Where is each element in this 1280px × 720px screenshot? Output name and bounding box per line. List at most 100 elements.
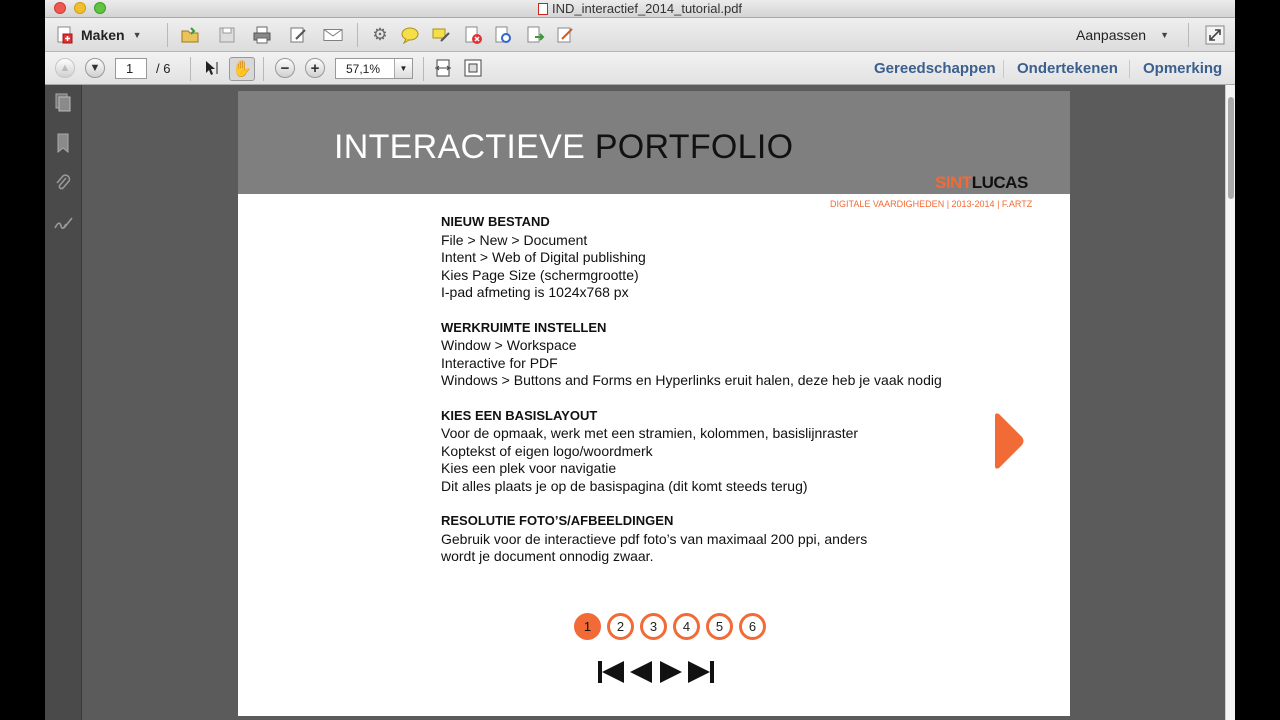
aanpassen-label: Aanpassen: [1076, 27, 1147, 43]
scrollbar-thumb[interactable]: [1228, 97, 1234, 199]
sign-button[interactable]: [555, 25, 575, 45]
pdf-file-icon: [537, 3, 548, 15]
pdf-page: INTERACTIEVE PORTFOLIO SINTLUCAS DIGITAL…: [238, 91, 1070, 716]
section-line: Interactive for PDF: [441, 354, 558, 371]
export-icon: [525, 25, 545, 45]
pager-button-4[interactable]: 4: [673, 613, 700, 640]
logo-sint: SINT: [935, 173, 972, 192]
zoom-in-button[interactable]: +: [305, 58, 325, 78]
fit-page-button[interactable]: [463, 58, 483, 78]
chevron-down-icon: ▼: [132, 30, 142, 40]
content-section: WERKRUIMTE INSTELLEN Window > Workspace In…: [441, 319, 1001, 390]
vertical-scrollbar[interactable]: [1225, 85, 1235, 720]
signature-icon: [53, 214, 73, 237]
fit-width-button[interactable]: [433, 58, 453, 78]
main-toolbar: Maken ▼ ⚙ Aanpassen ▼: [45, 18, 1235, 52]
navigation-pane: [45, 85, 82, 720]
pages-icon: [54, 93, 72, 118]
delete-page-button[interactable]: [463, 25, 483, 45]
bookmarks-button[interactable]: [53, 133, 73, 158]
page-total: / 6: [156, 61, 171, 76]
content-section: NIEUW BESTAND File > New > Document Intent…: [441, 213, 1001, 302]
security-button[interactable]: [493, 25, 513, 45]
aanpassen-button[interactable]: Aanpassen ▼: [1076, 25, 1169, 45]
pager-button-5[interactable]: 5: [706, 613, 733, 640]
print-button[interactable]: [252, 25, 272, 45]
content-section: RESOLUTIE FOTO’S/AFBEELDINGEN Gebruik voo…: [441, 512, 1001, 566]
page-pager: 123456: [574, 613, 772, 640]
previous-page-button[interactable]: ▲: [55, 58, 75, 78]
save-button[interactable]: [217, 25, 237, 45]
email-icon: [323, 25, 343, 45]
email-button[interactable]: [323, 25, 343, 45]
edit-button[interactable]: [288, 25, 308, 45]
sign-icon: [555, 25, 575, 45]
open-folder-icon: [180, 25, 200, 45]
panel-tab-gereedschappen[interactable]: Gereedschappen: [874, 60, 996, 77]
section-line: Koptekst of eigen logo/woordmerk: [441, 442, 653, 459]
section-line: Kies een plek voor navigatie: [441, 460, 617, 476]
signatures-button[interactable]: [53, 215, 73, 235]
toolbar-divider: [423, 57, 424, 81]
pager-button-2[interactable]: 2: [607, 613, 634, 640]
pager-button-1[interactable]: 1: [574, 613, 601, 640]
fit-width-icon: [433, 58, 453, 78]
gear-icon: ⚙: [372, 25, 388, 44]
open-button[interactable]: [180, 25, 200, 45]
arrow-down-icon: ▼: [85, 58, 105, 78]
section-line: Intent > Web of Digital publishing: [441, 249, 646, 265]
panel-divider: [1129, 60, 1130, 78]
first-page-icon[interactable]: [598, 661, 624, 683]
chevron-down-icon: ▼: [394, 59, 412, 78]
highlight-button[interactable]: [431, 25, 451, 45]
plus-icon: +: [305, 58, 325, 78]
zoom-select[interactable]: 57,1% ▼: [335, 58, 413, 79]
export-button[interactable]: [525, 25, 545, 45]
page-number-input[interactable]: 1: [115, 58, 147, 79]
next-page-arrow-icon[interactable]: [993, 412, 1025, 470]
minus-icon: −: [275, 58, 295, 78]
settings-button[interactable]: ⚙: [370, 25, 390, 45]
hand-icon: ✋: [232, 61, 252, 78]
zoom-value: 57,1%: [346, 61, 381, 76]
acrobat-window: IND_interactief_2014_tutorial.pdf Maken …: [45, 0, 1235, 720]
maken-button[interactable]: Maken ▼: [55, 25, 142, 45]
toolbar-divider: [190, 57, 191, 81]
title-bar: IND_interactief_2014_tutorial.pdf: [45, 0, 1235, 18]
edit-icon: [288, 25, 308, 45]
create-pdf-icon: [55, 25, 75, 45]
print-icon: [252, 25, 272, 45]
bookmark-icon: [55, 133, 71, 158]
next-page-button[interactable]: ▼: [85, 58, 105, 78]
section-line: Dit alles plaats je op de basispagina (d…: [441, 477, 808, 494]
save-icon: [217, 25, 237, 45]
banner-title: INTERACTIEVE PORTFOLIO: [334, 128, 793, 167]
chevron-down-icon: ▼: [1160, 30, 1169, 40]
previous-page-icon[interactable]: [630, 661, 652, 683]
panel-tab-opmerking[interactable]: Opmerking: [1143, 60, 1222, 77]
toolbar-divider: [1188, 23, 1189, 47]
pager-button-3[interactable]: 3: [640, 613, 667, 640]
hand-tool-button[interactable]: ✋: [229, 57, 255, 81]
attachments-button[interactable]: [53, 173, 73, 195]
document-content: NIEUW BESTAND File > New > Document Intent…: [441, 213, 1001, 583]
fullscreen-button[interactable]: [1205, 25, 1225, 45]
zoom-out-button[interactable]: −: [275, 58, 295, 78]
section-line: Kies Page Size (schermgrootte): [441, 266, 639, 283]
page-banner: INTERACTIEVE PORTFOLIO SINTLUCAS: [238, 91, 1070, 194]
panel-tab-ondertekenen[interactable]: Ondertekenen: [1017, 60, 1118, 77]
course-subline: DIGITALE VAARDIGHEDEN | 2013-2014 | F.AR…: [830, 199, 1033, 209]
section-heading: KIES EEN BASISLAYOUT: [441, 407, 598, 423]
select-tool-button[interactable]: [201, 58, 221, 78]
page-thumbnails-button[interactable]: [53, 93, 73, 118]
fit-page-icon: [463, 58, 483, 78]
comment-icon: [400, 25, 420, 45]
next-page-icon[interactable]: [660, 661, 682, 683]
pager-button-6[interactable]: 6: [739, 613, 766, 640]
last-page-icon[interactable]: [688, 661, 714, 683]
content-section: KIES EEN BASISLAYOUT Voor de opmaak, werk…: [441, 407, 1001, 496]
toolbar-divider: [357, 23, 358, 47]
comment-button[interactable]: [400, 25, 420, 45]
section-line: I-pad afmeting is 1024x768 px: [441, 284, 629, 300]
section-line: Gebruik voor de interactieve pdf foto’s …: [441, 530, 868, 547]
